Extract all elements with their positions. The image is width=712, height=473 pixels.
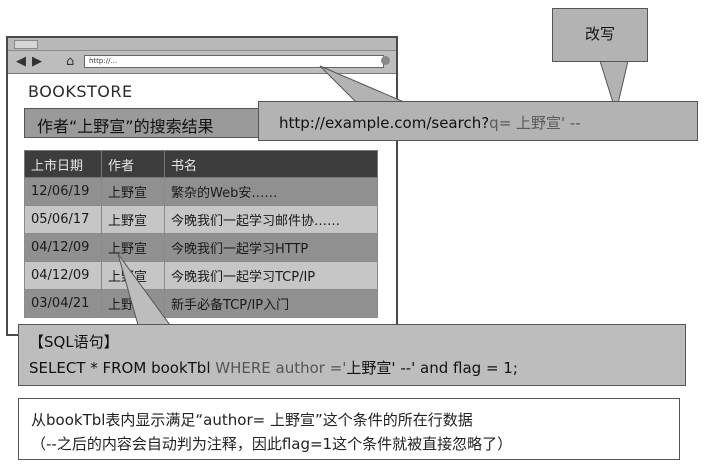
sql-statement: SELECT * FROM bookTbl WHERE author ='上野宣… <box>29 357 518 378</box>
sql-callout: 【SQL语句】 SELECT * FROM bookTbl WHERE auth… <box>18 324 686 386</box>
sql-heading: 【SQL语句】 <box>29 333 119 351</box>
sql-tail-part: ' and flag = 1; <box>411 359 518 377</box>
sql-callout-pointer <box>117 253 171 326</box>
explanation-box: 从bookTbl表内显示满足“author= 上野宣”这个条件的所在行数据 （-… <box>18 398 680 460</box>
injected-url: http://example.com/search?q= 上野宣' -- <box>279 112 581 133</box>
url-base: http://example.com/search? <box>279 114 490 132</box>
url-query: q= 上野宣' -- <box>489 114 581 132</box>
explanation-line-1: 从bookTbl表内显示满足“author= 上野宣”这个条件的所在行数据 <box>31 411 473 429</box>
rewrite-label: 改写 <box>584 25 615 43</box>
explanation-line-2: （--之后的内容会自动判为注释，因此flag=1这个条件就被直接忽略了） <box>31 435 513 453</box>
sql-select-part: SELECT * FROM bookTbl <box>29 359 216 377</box>
sql-value-part: 上野宣' -- <box>346 359 412 377</box>
url-callout: http://example.com/search?q= 上野宣' -- <box>258 101 698 141</box>
rewrite-callout: 改写 <box>552 8 648 62</box>
sql-where-part: WHERE author =' <box>215 359 347 377</box>
url-callout-pointer <box>319 65 405 103</box>
